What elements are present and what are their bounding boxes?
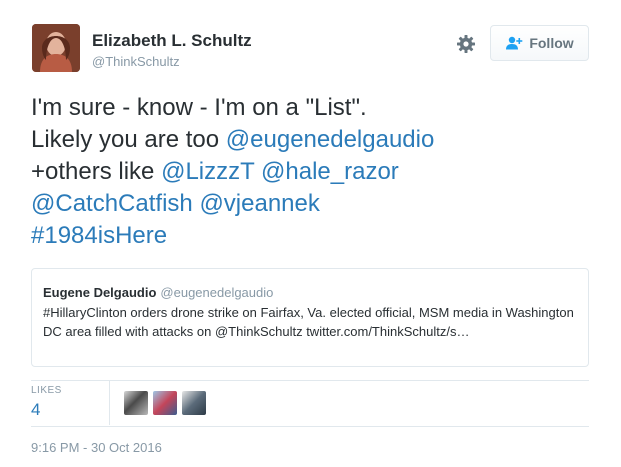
tweet-line-3: +others like @LizzzT @hale_razor: [31, 156, 591, 188]
liker-avatar[interactable]: [124, 391, 148, 415]
follow-button[interactable]: Follow: [490, 25, 589, 61]
author-display-name[interactable]: Elizabeth L. Schultz: [92, 31, 252, 51]
tweet-text-segment: Likely you are too: [31, 126, 226, 153]
tweet-line-2: Likely you are too @eugenedelgaudio: [31, 124, 591, 156]
tweet-line-5: #1984isHere: [31, 220, 591, 252]
quoted-tweet-text: #HillaryClinton orders drone strike on F…: [43, 305, 574, 339]
stats-separator: [109, 381, 110, 425]
hashtag-link[interactable]: #1984isHere: [31, 222, 167, 249]
author-handle[interactable]: @ThinkSchultz: [92, 54, 180, 69]
tweet-line-1: I'm sure - know - I'm on a "List".: [31, 94, 367, 121]
author-avatar[interactable]: [32, 24, 80, 72]
mention-link[interactable]: @LizzzT: [161, 158, 254, 185]
quoted-author: Eugene Delgaudio @eugenedelgaudio: [43, 285, 273, 300]
mention-link[interactable]: @vjeannek: [199, 190, 319, 217]
quoted-tweet-card[interactable]: Eugene Delgaudio @eugenedelgaudio #Hillar…: [31, 268, 589, 367]
tweet-text-segment: +others like: [31, 158, 162, 185]
quoted-author-handle: @eugenedelgaudio: [160, 285, 274, 300]
liker-avatar[interactable]: [153, 391, 177, 415]
tweet-line-4: @CatchCatfish @vjeannek: [31, 188, 591, 220]
divider: [31, 426, 589, 427]
mention-link[interactable]: @eugenedelgaudio: [226, 126, 435, 153]
liker-avatar[interactable]: [182, 391, 206, 415]
follow-button-label: Follow: [529, 35, 574, 51]
tweet-text: I'm sure - know - I'm on a "List". Likel…: [31, 92, 591, 252]
divider: [31, 380, 589, 381]
mention-link[interactable]: @hale_razor: [261, 158, 399, 185]
likes-label: LIKES: [31, 385, 62, 396]
mention-link[interactable]: @CatchCatfish: [31, 190, 193, 217]
likes-count[interactable]: 4: [31, 400, 40, 420]
add-user-icon: [505, 36, 523, 50]
tweet-timestamp[interactable]: 9:16 PM - 30 Oct 2016: [31, 440, 162, 455]
gear-icon[interactable]: [456, 34, 476, 54]
quoted-author-name: Eugene Delgaudio: [43, 285, 157, 300]
